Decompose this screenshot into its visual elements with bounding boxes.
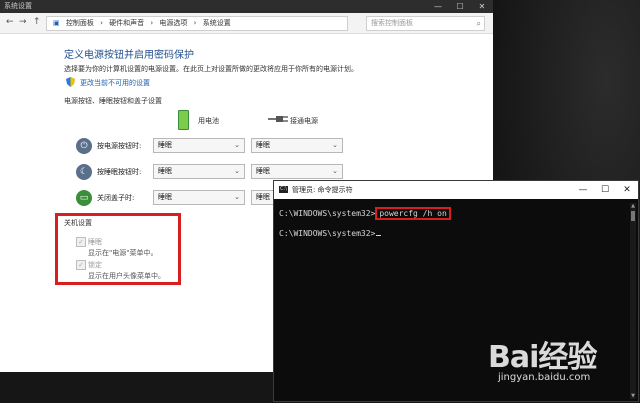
text-cursor [376,235,382,236]
close-button[interactable]: ✕ [471,0,493,13]
scroll-up-icon[interactable]: ▲ [630,203,636,209]
chevron-down-icon: ⌄ [332,167,338,175]
chevron-down-icon: ⌄ [234,193,240,201]
cmd-close-button[interactable]: ✕ [616,181,638,199]
select-value: 睡眠 [256,141,270,149]
row-label-power-button: 按电源按钮时: [97,142,142,150]
uac-shield-icon [66,77,75,87]
select-value: 睡眠 [256,167,270,175]
sleep-button-plugged-select[interactable]: 睡眠 ⌄ [251,164,343,179]
column-header-plugged-in: 接通电源 [290,117,318,125]
chevron-down-icon: ⌄ [332,141,338,149]
breadcrumb-separator: › [193,19,197,27]
cmd-maximize-button[interactable]: ☐ [594,181,616,199]
chevron-down-icon: ⌄ [234,167,240,175]
watermark-url: jingyan.baidu.com [498,372,591,383]
select-value: 睡眠 [158,141,172,149]
scrollbar-thumb[interactable] [631,211,635,221]
power-button-icon: ⏻ [76,138,92,154]
select-value: 睡眠 [158,167,172,175]
search-icon[interactable]: ⌕ [477,17,481,30]
power-plug-icon [268,116,288,122]
battery-icon [178,110,189,130]
cmd-icon: C:\ [279,186,288,193]
breadcrumb-item[interactable]: 系统设置 [203,19,231,27]
page-description: 选择要为你的计算机设置的电源设置。在此页上对设置所做的更改将应用于你所有的电源计… [64,65,358,73]
shutdown-settings-highlight [55,213,181,285]
minimize-button[interactable]: — [427,0,449,13]
watermark-logo: Bai经验 [488,340,597,375]
baidu-jingyan-watermark: Bai经验 jingyan.baidu.com [488,332,638,392]
cp-title-bar: 系统设置 — ☐ ✕ [0,0,493,13]
breadcrumb-item[interactable]: 电源选项 [159,19,187,27]
up-arrow-icon[interactable]: ↑ [33,17,41,27]
power-button-battery-select[interactable]: 睡眠 ⌄ [153,138,245,153]
cmd-prompt: C:\WINDOWS\system32> [279,229,376,238]
select-value: 睡眠 [158,193,172,201]
cmd-line: C:\WINDOWS\system32> powercfg /h on [279,207,451,220]
scroll-down-icon[interactable]: ▼ [630,393,636,399]
breadcrumb-item[interactable]: 硬件和声音 [109,19,144,27]
maximize-button[interactable]: ☐ [449,0,471,13]
cp-window-title: 系统设置 [4,2,32,10]
forward-arrow-icon[interactable]: → [19,17,27,27]
sleep-button-icon: ☾ [76,164,92,180]
row-label-sleep-button: 按睡眠按钮时: [97,168,142,176]
breadcrumb-item[interactable]: 控制面板 [66,19,94,27]
cmd-command-highlight: powercfg /h on [375,207,451,220]
cmd-window-title: 管理员: 命令提示符 [292,186,353,194]
address-bar-row: ← → ↑ ▣ 控制面板 › 硬件和声音 › 电源选项 › 系统设置 搜索控制面… [0,13,493,34]
cmd-prompt: C:\WINDOWS\system32> [279,209,376,218]
section-title: 电源按钮、睡眠按钮和盖子设置 [64,97,162,105]
chevron-down-icon: ⌄ [234,141,240,149]
laptop-lid-icon: ▭ [76,190,92,206]
breadcrumb[interactable]: ▣ 控制面板 › 硬件和声音 › 电源选项 › 系统设置 [46,16,348,31]
sleep-button-battery-select[interactable]: 睡眠 ⌄ [153,164,245,179]
breadcrumb-separator: › [100,19,103,27]
back-arrow-icon[interactable]: ← [6,17,14,27]
close-lid-battery-select[interactable]: 睡眠 ⌄ [153,190,245,205]
breadcrumb-home-icon: ▣ [53,19,60,27]
search-input[interactable]: 搜索控制面板 ⌕ [366,16,485,31]
change-settings-link[interactable]: 更改当前不可用的设置 [80,78,150,88]
breadcrumb-separator: › [150,19,154,27]
cmd-title-bar: C:\ 管理员: 命令提示符 — ☐ ✕ [274,181,638,199]
search-placeholder: 搜索控制面板 [371,19,413,27]
column-header-battery: 用电池 [198,117,219,125]
cmd-minimize-button[interactable]: — [572,181,594,199]
page-title: 定义电源按钮并启用密码保护 [64,50,194,61]
cmd-line[interactable]: C:\WINDOWS\system32> [279,229,382,238]
row-label-close-lid: 关闭盖子时: [97,194,135,202]
select-value: 睡眠 [256,193,270,201]
power-button-plugged-select[interactable]: 睡眠 ⌄ [251,138,343,153]
